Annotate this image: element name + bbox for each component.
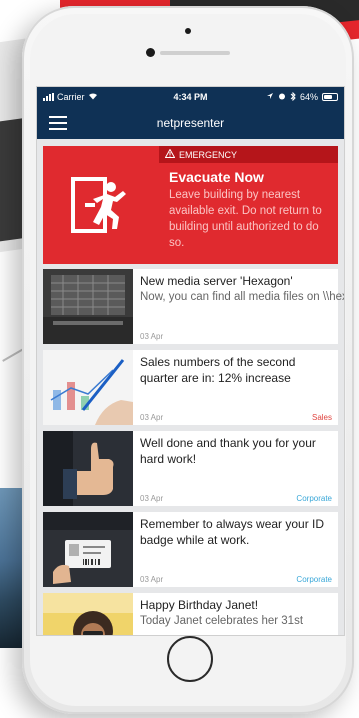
news-date: 03 Apr [140, 413, 164, 422]
emergency-badge-label: EMERGENCY [179, 149, 238, 160]
news-feed[interactable]: EMERGENCY Evacuate Now Leave building by… [37, 139, 344, 635]
news-card-body: Well done and thank you for your hard wo… [133, 431, 338, 506]
camera-icon [185, 28, 191, 34]
news-title: Happy Birthday Janet! [140, 598, 259, 612]
news-card-body: Remember to always wear your ID badge wh… [133, 512, 338, 587]
location-icon [266, 92, 274, 102]
phone-screen: Carrier 4:34 PM 64% netpresenter EMERGEN… [36, 86, 345, 636]
menu-icon[interactable] [49, 116, 67, 130]
warning-icon [164, 148, 176, 160]
emergency-exit-icon [43, 146, 159, 264]
emergency-content: EMERGENCY Evacuate Now Leave building by… [159, 146, 338, 264]
news-title: Well done and thank you for your hard wo… [140, 436, 316, 466]
status-left: Carrier [43, 92, 153, 102]
news-meta: 03 Apr Corporate [140, 494, 332, 503]
news-card-sales[interactable]: Sales numbers of the second quarter are … [43, 350, 338, 425]
wifi-icon [88, 92, 98, 102]
status-right: 64% [228, 91, 338, 103]
birthday-photo [43, 593, 133, 635]
battery-icon [322, 93, 338, 101]
news-meta: 03 Apr Sales [140, 413, 332, 422]
news-card-hexagon[interactable]: New media server 'Hexagon' Now, you can … [43, 269, 344, 344]
news-card-thanks[interactable]: Well done and thank you for your hard wo… [43, 431, 338, 506]
alarm-icon [278, 92, 286, 102]
earpiece-speaker [160, 51, 230, 55]
news-date: 03 Apr [140, 575, 164, 584]
emergency-badge: EMERGENCY [159, 146, 338, 163]
status-bar: Carrier 4:34 PM 64% [37, 87, 344, 107]
news-meta: 03 Apr IT [140, 332, 344, 341]
status-time: 4:34 PM [173, 92, 208, 102]
news-card-badge[interactable]: Remember to always wear your ID badge wh… [43, 512, 338, 587]
emergency-body: Leave building by nearest available exit… [169, 189, 322, 249]
thumbs-up-photo [43, 431, 133, 506]
news-card-birthday[interactable]: Happy Birthday Janet! Today Janet celebr… [43, 593, 338, 635]
news-title: Sales numbers of the second quarter are … [140, 355, 296, 385]
emergency-title: Evacuate Now [169, 169, 264, 185]
news-title: New media server 'Hexagon' [140, 274, 293, 288]
news-tag: Sales [311, 413, 332, 422]
news-date: 03 Apr [140, 494, 164, 503]
news-tag: Corporate [296, 575, 332, 584]
app-title: netpresenter [156, 116, 225, 130]
news-card-body: New media server 'Hexagon' Now, you can … [133, 269, 344, 344]
news-title: Remember to always wear your ID badge wh… [140, 517, 325, 547]
signal-icon [43, 93, 54, 101]
news-card-body: Happy Birthday Janet! Today Janet celebr… [133, 593, 338, 635]
server-room-photo [43, 269, 133, 344]
emergency-card[interactable]: EMERGENCY Evacuate Now Leave building by… [43, 146, 338, 264]
id-badge-photo [43, 512, 133, 587]
battery-percent: 64% [299, 92, 318, 102]
news-tag: Corporate [296, 494, 332, 503]
bluetooth-icon [290, 91, 296, 103]
news-date: 03 Apr [140, 332, 164, 341]
news-snippet: Today Janet celebrates her 31st [140, 615, 304, 627]
sales-chart-photo [43, 350, 133, 425]
app-header: netpresenter [37, 107, 344, 139]
home-button[interactable] [167, 636, 213, 682]
news-meta: 03 Apr Corporate [140, 575, 332, 584]
front-sensor-icon [146, 48, 155, 57]
news-snippet: Now, you can find all media files on \\h… [140, 291, 344, 303]
carrier-label: Carrier [57, 92, 85, 102]
news-card-body: Sales numbers of the second quarter are … [133, 350, 338, 425]
